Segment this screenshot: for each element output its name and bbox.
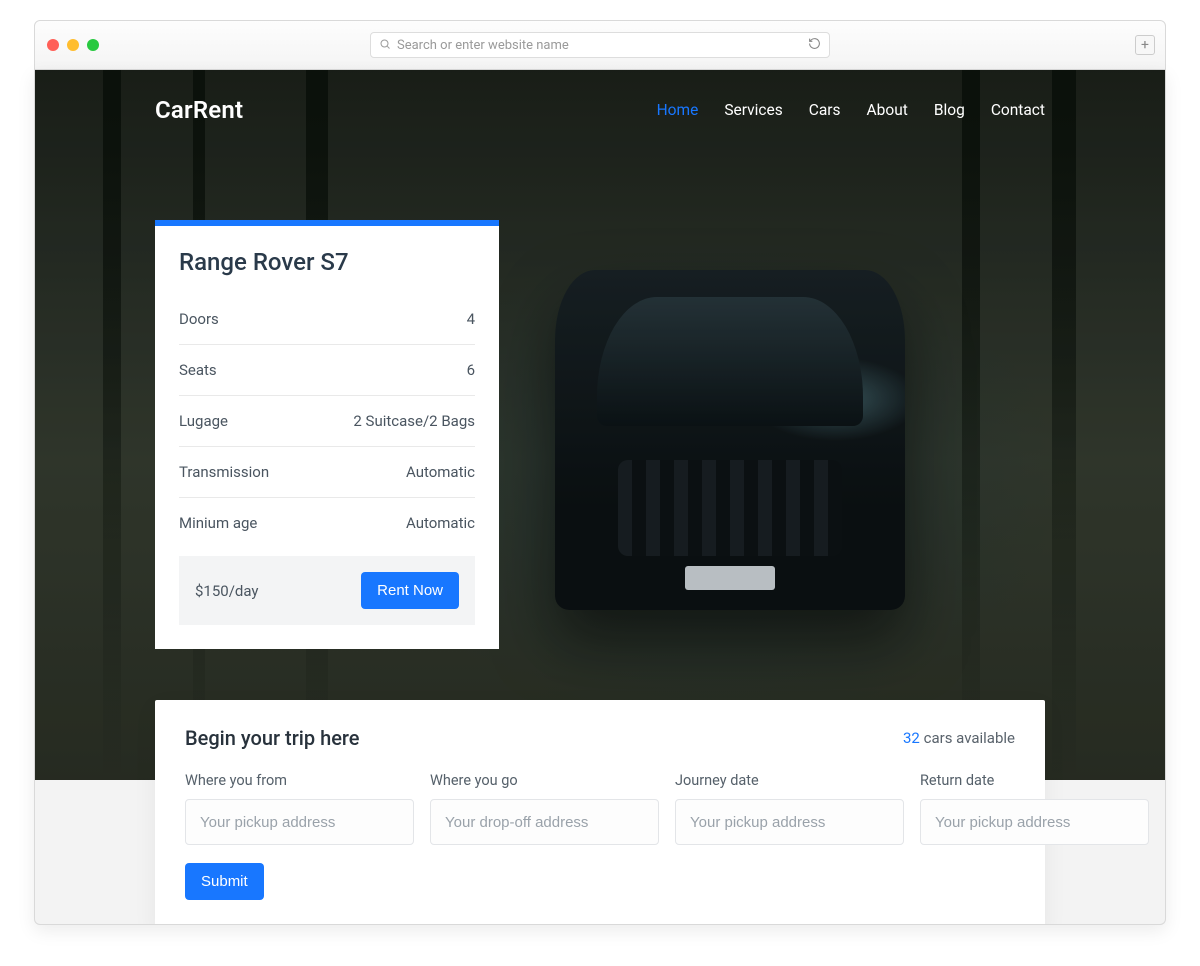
- pickup-address-input[interactable]: [185, 799, 414, 845]
- maximize-window-button[interactable]: [87, 39, 99, 51]
- trip-form: Begin your trip here 32 cars available W…: [155, 700, 1045, 925]
- close-window-button[interactable]: [47, 39, 59, 51]
- trip-title: Begin your trip here: [185, 726, 360, 750]
- spec-label: Minium age: [179, 514, 257, 532]
- submit-button[interactable]: Submit: [185, 863, 264, 900]
- search-icon: [379, 38, 391, 53]
- nav-link-home[interactable]: Home: [657, 101, 699, 119]
- spec-value: Automatic: [406, 514, 475, 532]
- spec-label: Lugage: [179, 412, 228, 430]
- spec-label: Seats: [179, 361, 217, 379]
- nav-link-contact[interactable]: Contact: [991, 101, 1045, 119]
- nav-link-about[interactable]: About: [867, 101, 908, 119]
- spec-row: Doors 4: [179, 294, 475, 345]
- hero-section: CarRent Home Services Cars About Blog Contact…: [35, 70, 1165, 780]
- spec-value: 6: [467, 361, 475, 379]
- nav-link-services[interactable]: Services: [724, 101, 782, 119]
- address-bar[interactable]: Search or enter website name: [370, 32, 830, 58]
- page-viewport: CarRent Home Services Cars About Blog Contact…: [34, 70, 1166, 925]
- spec-value: 2 Suitcase/2 Bags: [353, 412, 475, 430]
- nav-link-blog[interactable]: Blog: [934, 101, 965, 119]
- price-value: $150/day: [195, 582, 259, 600]
- price-row: $150/day Rent Now: [179, 556, 475, 625]
- dropoff-address-input[interactable]: [430, 799, 659, 845]
- spec-label: Transmission: [179, 463, 269, 481]
- trip-field: Return date: [920, 772, 1149, 845]
- spec-row: Minium age Automatic: [179, 498, 475, 548]
- field-label: Return date: [920, 772, 1149, 789]
- cars-available-suffix: cars available: [920, 729, 1015, 747]
- rent-now-button[interactable]: Rent Now: [361, 572, 459, 609]
- reload-icon[interactable]: [808, 37, 821, 54]
- nav-menu: Home Services Cars About Blog Contact: [657, 101, 1045, 119]
- spec-label: Doors: [179, 310, 219, 328]
- browser-chrome: Search or enter website name +: [34, 20, 1166, 70]
- brand-logo[interactable]: CarRent: [155, 96, 243, 124]
- field-label: Journey date: [675, 772, 904, 789]
- trip-field: Where you go: [430, 772, 659, 845]
- trip-field: Where you from: [185, 772, 414, 845]
- window-controls: [47, 39, 99, 51]
- address-placeholder: Search or enter website name: [397, 38, 569, 53]
- trip-field: Journey date: [675, 772, 904, 845]
- spec-value: 4: [467, 310, 475, 328]
- vehicle-card: Range Rover S7 Doors 4 Seats 6 Lugage 2 Suitc…: [155, 220, 499, 649]
- journey-date-input[interactable]: [675, 799, 904, 845]
- field-label: Where you from: [185, 772, 414, 789]
- spec-value: Automatic: [406, 463, 475, 481]
- cars-available: 32 cars available: [903, 729, 1015, 747]
- return-date-input[interactable]: [920, 799, 1149, 845]
- top-nav: CarRent Home Services Cars About Blog Contact: [35, 70, 1165, 124]
- field-label: Where you go: [430, 772, 659, 789]
- spec-row: Transmission Automatic: [179, 447, 475, 498]
- spec-row: Seats 6: [179, 345, 475, 396]
- spec-row: Lugage 2 Suitcase/2 Bags: [179, 396, 475, 447]
- nav-link-cars[interactable]: Cars: [809, 101, 841, 119]
- minimize-window-button[interactable]: [67, 39, 79, 51]
- vehicle-title: Range Rover S7: [179, 248, 475, 276]
- cars-available-count: 32: [903, 729, 920, 747]
- new-tab-button[interactable]: +: [1135, 35, 1155, 55]
